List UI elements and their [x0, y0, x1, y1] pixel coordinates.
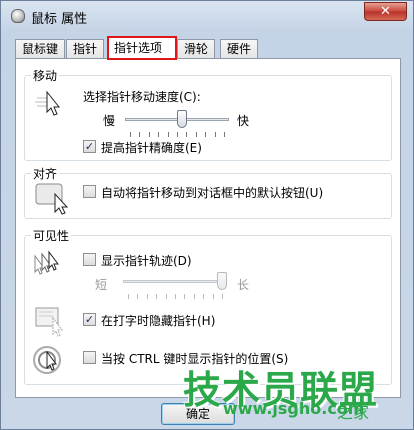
ctrl-location-icon: [33, 346, 61, 374]
hide-while-typing-checkbox[interactable]: ✓: [83, 313, 96, 326]
snap-group-title: 对齐: [31, 165, 60, 182]
slider-tick: [224, 132, 225, 137]
snap-label: 自动将指针移动到对话框中的默认按钮(U): [101, 186, 324, 200]
hide-pointer-icon: [35, 307, 63, 337]
speed-slider-thumb[interactable]: [176, 110, 187, 128]
visibility-group-title: 可见性: [31, 227, 72, 244]
slider-tick: [139, 132, 141, 137]
slider-tick: [177, 132, 178, 137]
precision-checkbox[interactable]: ✓: [83, 140, 96, 153]
slider-tick: [146, 294, 148, 299]
speed-slider-ticks: [125, 132, 229, 137]
slider-tick: [184, 294, 186, 299]
trails-checkbox[interactable]: [83, 253, 96, 266]
long-label: 长: [237, 278, 250, 292]
tab-mouse-buttons[interactable]: 鼠标键: [15, 39, 66, 59]
window-title: 鼠标 属性: [31, 12, 88, 27]
slider-tick: [128, 294, 129, 299]
hide-while-typing-label: 在打字时隐藏指针(H): [101, 314, 216, 328]
mouse-properties-window: 鼠标 属性 ✕ 鼠标键 指针 指针选项 滑轮 硬件 移动 选择指针移动速度(C)…: [0, 0, 414, 430]
slider-tick: [156, 294, 158, 299]
tab-pointer-options[interactable]: 指针选项: [107, 36, 177, 60]
trails-slider-ticks: [123, 294, 227, 299]
mouse-icon: [11, 9, 25, 23]
motion-group-title: 移动: [31, 67, 60, 84]
slider-tick: [148, 132, 150, 137]
ctrl-location-checkbox[interactable]: [83, 351, 96, 364]
pointer-trails-icon: [34, 250, 59, 275]
slider-tick: [195, 132, 197, 137]
snap-checkbox[interactable]: [83, 185, 96, 198]
tab-hardware[interactable]: 硬件: [220, 39, 259, 59]
fast-label: 快: [237, 114, 250, 128]
trails-slider-track: [123, 280, 227, 283]
watermark-sub: 之家: [337, 403, 370, 422]
snap-to-group: 对齐 自动将指针移动到对话框中的默认按钮(U): [24, 165, 392, 219]
slider-tick: [137, 294, 139, 299]
slider-tick: [130, 132, 131, 137]
slider-tick: [214, 132, 216, 137]
slider-tick: [167, 132, 169, 137]
slider-tick: [175, 294, 176, 299]
pointer-options-panel: 移动 选择指针移动速度(C): 慢 快 ✓ 提高指针精确度(E) 对齐 自动将指…: [15, 58, 401, 398]
close-button[interactable]: ✕: [364, 2, 407, 21]
snap-button-icon: [35, 183, 69, 215]
slider-tick: [203, 294, 205, 299]
slider-tick: [205, 132, 207, 137]
short-label: 短: [95, 278, 108, 292]
trails-label: 显示指针轨迹(D): [101, 254, 192, 268]
slow-label: 慢: [103, 114, 116, 128]
slider-tick: [158, 132, 160, 137]
tab-wheel[interactable]: 滑轮: [177, 39, 216, 59]
slider-tick: [193, 294, 195, 299]
precision-label: 提高指针精确度(E): [101, 141, 202, 155]
slider-tick: [222, 294, 223, 299]
slider-tick: [165, 294, 167, 299]
trails-slider-thumb[interactable]: [217, 272, 227, 290]
tab-pointers[interactable]: 指针: [66, 39, 105, 59]
slider-tick: [212, 294, 214, 299]
title-bar: 鼠标 属性 ✕: [1, 1, 413, 31]
slider-tick: [186, 132, 188, 137]
pointer-speed-icon: [35, 90, 61, 116]
motion-group: 移动 选择指针移动速度(C): 慢 快 ✓ 提高指针精确度(E): [24, 67, 392, 161]
speed-label: 选择指针移动速度(C):: [83, 90, 201, 104]
